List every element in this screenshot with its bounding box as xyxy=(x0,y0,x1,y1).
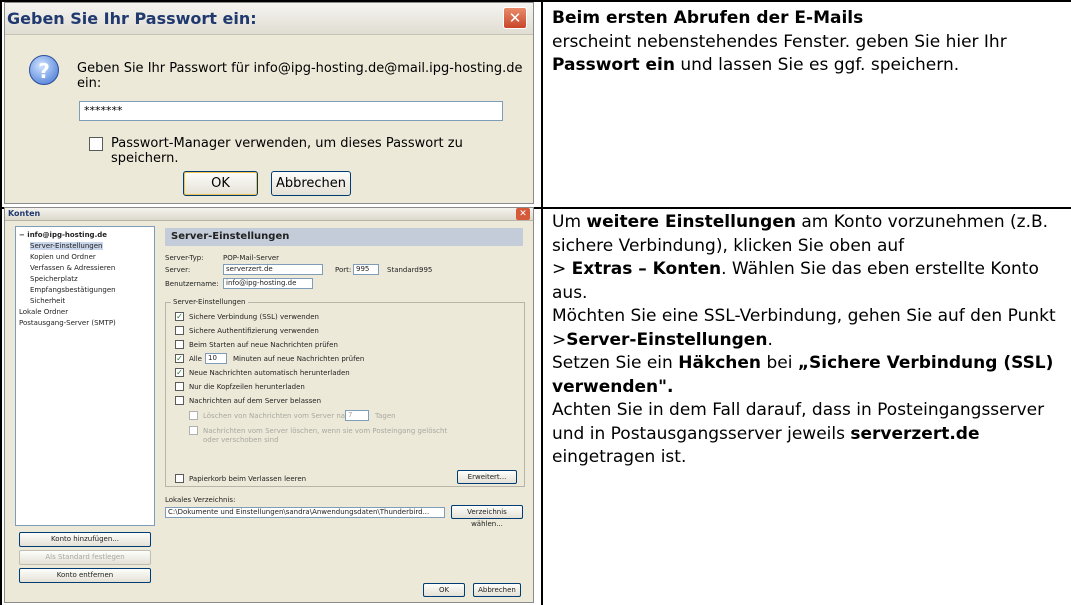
password-manager-label: Passwort-Manager verwenden, um dieses Pa… xyxy=(111,136,463,166)
leave-on-server-checkbox[interactable] xyxy=(175,396,184,405)
check-every-checkbox[interactable]: ✓ xyxy=(175,354,184,363)
empty-trash-label: Papierkorb beim Verlassen leeren xyxy=(189,475,307,483)
account-settings-dialog: Konten ✕ − info@ipg-hosting.de Server-Ei… xyxy=(4,207,534,603)
instructions-heading: Beim ersten Abrufen der E-Mails xyxy=(552,8,864,28)
instructions-text: . xyxy=(767,329,773,350)
delete-after-checkbox xyxy=(189,411,198,420)
account-dialog-title: Konten xyxy=(8,209,41,218)
local-dir-label: Lokales Verzeichnis: xyxy=(165,496,236,504)
instructions-text: Setzen Sie ein xyxy=(552,353,679,373)
instructions-first-login: Beim ersten Abrufen der E-Mails erschein… xyxy=(552,7,1067,78)
tree-item-compose[interactable]: Verfassen & Adressieren xyxy=(30,264,115,272)
username-label: Benutzername: xyxy=(165,280,219,288)
days-input: 7 xyxy=(345,410,369,421)
instructions-text: Um xyxy=(552,212,587,232)
account-dialog-titlebar: Konten ✕ xyxy=(5,208,533,221)
local-dir-input[interactable]: C:\Dokumente und Einstellungen\sandra\An… xyxy=(165,507,445,518)
server-settings-header: Server-Einstellungen xyxy=(165,228,523,246)
instructions-text: > xyxy=(552,329,567,350)
ssl-option-label: Sichere Verbindung (SSL) verwenden xyxy=(189,313,319,321)
server-label: Server: xyxy=(165,266,191,274)
minutes-input[interactable]: 10 xyxy=(205,353,227,364)
instructions-text: und lassen Sie es ggf. speichern. xyxy=(674,55,960,75)
headers-only-checkbox[interactable] xyxy=(175,382,184,391)
cancel-button[interactable]: Abbrechen xyxy=(473,583,521,597)
tree-item-server-settings[interactable]: Server-Einstellungen xyxy=(30,242,103,250)
check-on-start-label: Beim Starten auf neue Nachrichten prüfen xyxy=(189,341,338,349)
instructions-text: Möchten Sie eine SSL-Verbindung, gehen S… xyxy=(552,306,1056,326)
instructions-bold: weitere Einstellungen xyxy=(586,212,796,232)
add-account-button[interactable]: Konto hinzufügen... xyxy=(19,532,151,547)
advanced-button[interactable]: Erweitert... xyxy=(457,470,517,484)
password-dialog-titlebar: Geben Sie Ihr Passwort ein: ✕ xyxy=(5,3,533,35)
delete-on-server-label: Nachrichten vom Server löschen, wenn sie… xyxy=(203,427,448,444)
instructions-bold: Extras – Konten xyxy=(571,259,722,279)
instructions-text: eingetragen ist. xyxy=(552,447,687,467)
password-prompt: Geben Sie Ihr Passwort für info@ipg-host… xyxy=(77,61,523,91)
ok-button[interactable]: OK xyxy=(423,583,465,597)
instructions-bold: Server-Einstellungen xyxy=(566,329,768,350)
server-type-value: POP-Mail-Server xyxy=(223,254,280,262)
password-manager-checkbox[interactable] xyxy=(89,137,103,151)
username-input[interactable]: info@ipg-hosting.de xyxy=(223,278,313,289)
standard-label: Standard: xyxy=(387,266,422,274)
tree-item-security[interactable]: Sicherheit xyxy=(30,297,65,305)
account-tree: − info@ipg-hosting.de Server-Einstellung… xyxy=(15,226,155,526)
tree-item-receipts[interactable]: Empfangsbestätigungen xyxy=(30,286,116,294)
port-input[interactable]: 995 xyxy=(353,264,379,275)
tree-item-copies[interactable]: Kopien und Ordner xyxy=(30,253,96,261)
ssl-checkbox[interactable]: ✓ xyxy=(175,312,184,321)
secure-auth-label: Sichere Authentifizierung verwenden xyxy=(189,327,319,335)
close-icon[interactable]: ✕ xyxy=(516,208,530,220)
group-label: Server-Einstellungen xyxy=(171,298,248,306)
tree-item-storage[interactable]: Speicherplatz xyxy=(30,275,78,283)
empty-trash-checkbox[interactable] xyxy=(175,474,184,483)
close-icon[interactable]: ✕ xyxy=(503,7,527,29)
secure-auth-checkbox[interactable] xyxy=(175,326,184,335)
delete-on-server-checkbox xyxy=(189,426,198,435)
tree-item-local-folders[interactable]: Lokale Ordner xyxy=(19,308,68,316)
column-divider xyxy=(541,2,543,605)
instructions-bold: serverzert.de xyxy=(850,423,980,444)
instructions-account-settings: Um weitere Einstellungen am Konto vorzun… xyxy=(552,211,1067,470)
server-type-label: Server-Typ: xyxy=(165,254,204,262)
instructions-bold: Passwort ein xyxy=(552,55,675,75)
auto-download-checkbox[interactable]: ✓ xyxy=(175,368,184,377)
set-default-button: Als Standard festlegen xyxy=(19,550,151,565)
check-on-start-checkbox[interactable] xyxy=(175,340,184,349)
remove-account-button[interactable]: Konto entfernen xyxy=(19,568,151,583)
ok-button[interactable]: OK xyxy=(183,171,258,196)
minutes-label: Minuten auf neue Nachrichten prüfen xyxy=(233,355,365,363)
password-dialog: Geben Sie Ihr Passwort ein: ✕ ? Geben Si… xyxy=(4,2,534,204)
tree-item-account[interactable]: − info@ipg-hosting.de xyxy=(19,231,107,239)
password-input[interactable]: ******* xyxy=(79,101,503,121)
check-every-label: Alle xyxy=(189,355,202,363)
instructions-bold: Häkchen xyxy=(678,353,762,373)
days-label: Tagen xyxy=(375,412,396,420)
cancel-button[interactable]: Abbrechen xyxy=(271,171,351,196)
leave-on-server-label: Nachrichten auf dem Server belassen xyxy=(189,397,322,405)
server-input[interactable]: serverzert.de xyxy=(223,264,323,275)
auto-download-label: Neue Nachrichten automatisch herunterlad… xyxy=(189,369,350,377)
question-icon: ? xyxy=(29,55,59,85)
instructions-text: > xyxy=(552,259,572,279)
delete-after-label: Löschen von Nachrichten vom Server nach xyxy=(203,412,354,420)
tree-item-smtp[interactable]: Postausgang-Server (SMTP) xyxy=(19,319,116,327)
instructions-text: erscheint nebenstehendes Fenster. geben … xyxy=(552,31,1007,52)
password-dialog-title: Geben Sie Ihr Passwort ein: xyxy=(7,9,257,28)
headers-only-label: Nur die Kopfzeilen herunterladen xyxy=(189,383,305,391)
standard-value: 995 xyxy=(419,266,433,274)
port-label: Port: xyxy=(335,266,352,274)
choose-dir-button[interactable]: Verzeichnis wählen... xyxy=(451,505,523,528)
instructions-text: bei xyxy=(761,353,798,373)
